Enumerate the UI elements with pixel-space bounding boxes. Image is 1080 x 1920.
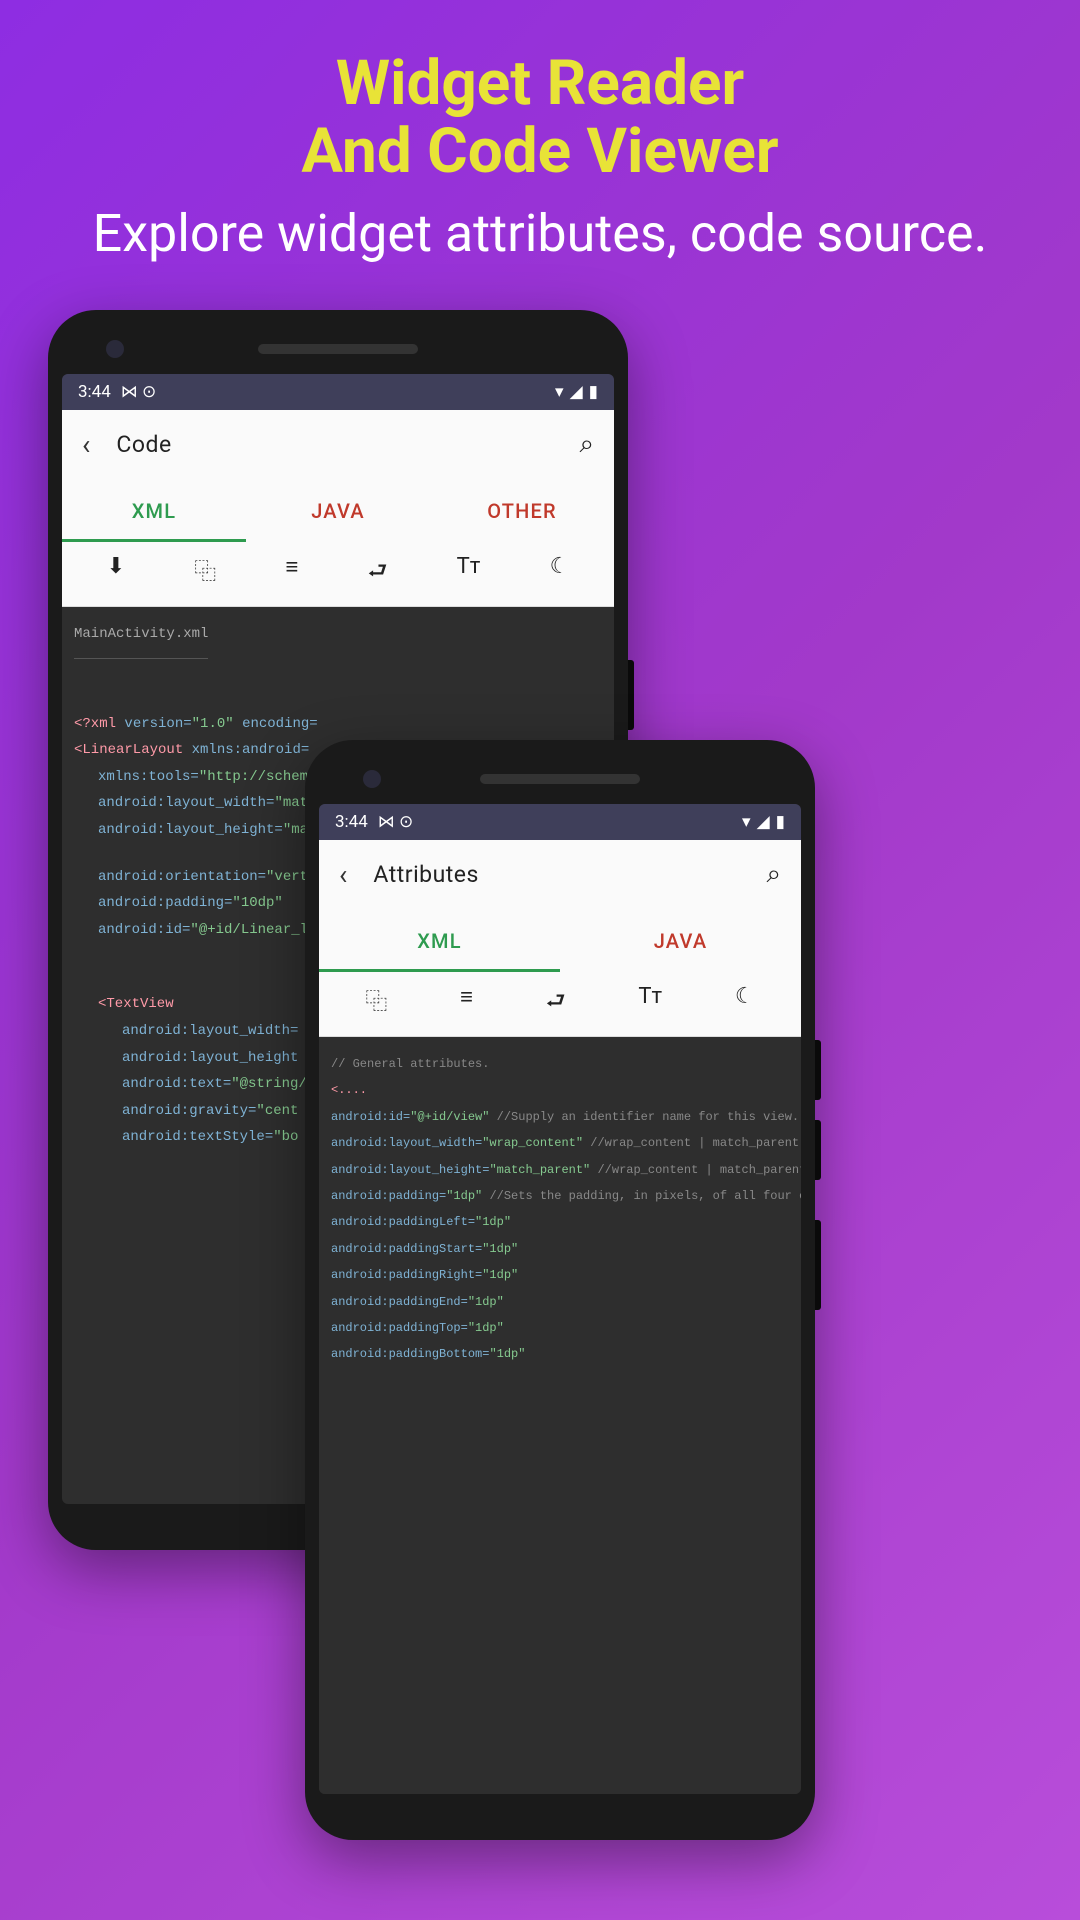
speaker-grille xyxy=(480,774,640,784)
back-icon[interactable]: ‹ xyxy=(82,428,90,461)
wrap-icon[interactable]: ⮐ xyxy=(368,554,388,592)
app-bar: ‹ Code ⌕ xyxy=(62,410,614,479)
back-icon[interactable]: ‹ xyxy=(339,858,347,891)
status-time: 3:44 xyxy=(78,382,111,402)
phone-mockup-attributes: 3:44 ⋈ ⊙ ▾ ◢ ▮ ‹ Attributes ⌕ XML JAVA ⿻… xyxy=(305,740,815,1840)
code-line: android:paddingLeft="1dp" xyxy=(331,1209,789,1235)
app-bar-title: Code xyxy=(116,431,553,458)
camera-dot xyxy=(106,340,124,358)
wifi-icon: ▾ xyxy=(742,812,751,832)
status-bar: 3:44 ⋈ ⊙ ▾ ◢ ▮ xyxy=(319,804,801,840)
wrap-icon[interactable]: ⮐ xyxy=(546,984,566,1022)
code-line: android:paddingBottom="1dp" xyxy=(331,1341,789,1367)
hero-title-line1: Widget Reader xyxy=(0,50,1080,118)
code-line: android:padding="1dp" //Sets the padding… xyxy=(331,1183,789,1209)
tab-java[interactable]: JAVA xyxy=(246,479,430,542)
phone-notch xyxy=(319,760,801,804)
hero-subtitle: Explore widget attributes, code source. xyxy=(0,204,1080,264)
status-time: 3:44 xyxy=(335,812,368,832)
code-line: <.... xyxy=(331,1077,789,1103)
tab-xml[interactable]: XML xyxy=(62,479,246,542)
text-size-icon[interactable]: Tт xyxy=(457,554,481,592)
dark-mode-icon[interactable]: ☾ xyxy=(735,984,755,1022)
hero-title: Widget Reader And Code Viewer xyxy=(0,50,1080,186)
phone-screen: 3:44 ⋈ ⊙ ▾ ◢ ▮ ‹ Attributes ⌕ XML JAVA ⿻… xyxy=(319,804,801,1794)
app-bar: ‹ Attributes ⌕ xyxy=(319,840,801,909)
tabs: XML JAVA xyxy=(319,909,801,972)
hero-title-line2: And Code Viewer xyxy=(0,118,1080,186)
camera-dot xyxy=(363,770,381,788)
battery-icon: ▮ xyxy=(589,382,598,402)
code-line: android:paddingEnd="1dp" xyxy=(331,1289,789,1315)
phone-side-button xyxy=(628,660,634,730)
copy-icon[interactable]: ⿻ xyxy=(365,984,387,1022)
code-line: android:id="@+id/view" //Supply an ident… xyxy=(331,1104,789,1130)
status-icons-left: ⋈ ⊙ xyxy=(121,382,156,402)
signal-icon: ◢ xyxy=(757,812,770,832)
hero-section: Widget Reader And Code Viewer Explore wi… xyxy=(0,0,1080,264)
menu-icon[interactable]: ≡ xyxy=(286,554,299,592)
battery-icon: ▮ xyxy=(776,812,785,832)
dark-mode-icon[interactable]: ☾ xyxy=(550,554,570,592)
phone-side-button xyxy=(815,1040,821,1100)
menu-icon[interactable]: ≡ xyxy=(460,984,473,1022)
wifi-icon: ▾ xyxy=(555,382,564,402)
signal-icon: ◢ xyxy=(570,382,583,402)
toolbar: ⿻ ≡ ⮐ Tт ☾ xyxy=(319,972,801,1037)
tab-other[interactable]: OTHER xyxy=(430,479,614,542)
tab-java[interactable]: JAVA xyxy=(560,909,801,972)
code-line: android:layout_width="wrap_content" //wr… xyxy=(331,1130,789,1156)
search-icon[interactable]: ⌕ xyxy=(766,859,781,890)
speaker-grille xyxy=(258,344,418,354)
status-icons-left: ⋈ ⊙ xyxy=(378,812,413,832)
code-line: // General attributes. xyxy=(331,1051,789,1077)
search-icon[interactable]: ⌕ xyxy=(579,429,594,460)
tabs: XML JAVA OTHER xyxy=(62,479,614,542)
code-viewer[interactable]: // General attributes. <.... android:id=… xyxy=(319,1037,801,1794)
toolbar: ⬇ ⿻ ≡ ⮐ Tт ☾ xyxy=(62,542,614,607)
filename-label: MainActivity.xml xyxy=(74,621,208,659)
code-line: android:paddingStart="1dp" xyxy=(331,1236,789,1262)
code-line: android:paddingTop="1dp" xyxy=(331,1315,789,1341)
phone-notch xyxy=(62,330,614,374)
app-bar-title: Attributes xyxy=(373,861,740,888)
download-icon[interactable]: ⬇ xyxy=(107,554,125,592)
text-size-icon[interactable]: Tт xyxy=(638,984,662,1022)
code-line: android:layout_height="match_parent" //w… xyxy=(331,1157,789,1183)
phone-side-button xyxy=(815,1120,821,1180)
tab-xml[interactable]: XML xyxy=(319,909,560,972)
code-line: android:paddingRight="1dp" xyxy=(331,1262,789,1288)
copy-icon[interactable]: ⿻ xyxy=(194,554,216,592)
status-bar: 3:44 ⋈ ⊙ ▾ ◢ ▮ xyxy=(62,374,614,410)
phone-side-button xyxy=(815,1220,821,1310)
code-line: <?xml version="1.0" encoding= xyxy=(74,711,602,738)
